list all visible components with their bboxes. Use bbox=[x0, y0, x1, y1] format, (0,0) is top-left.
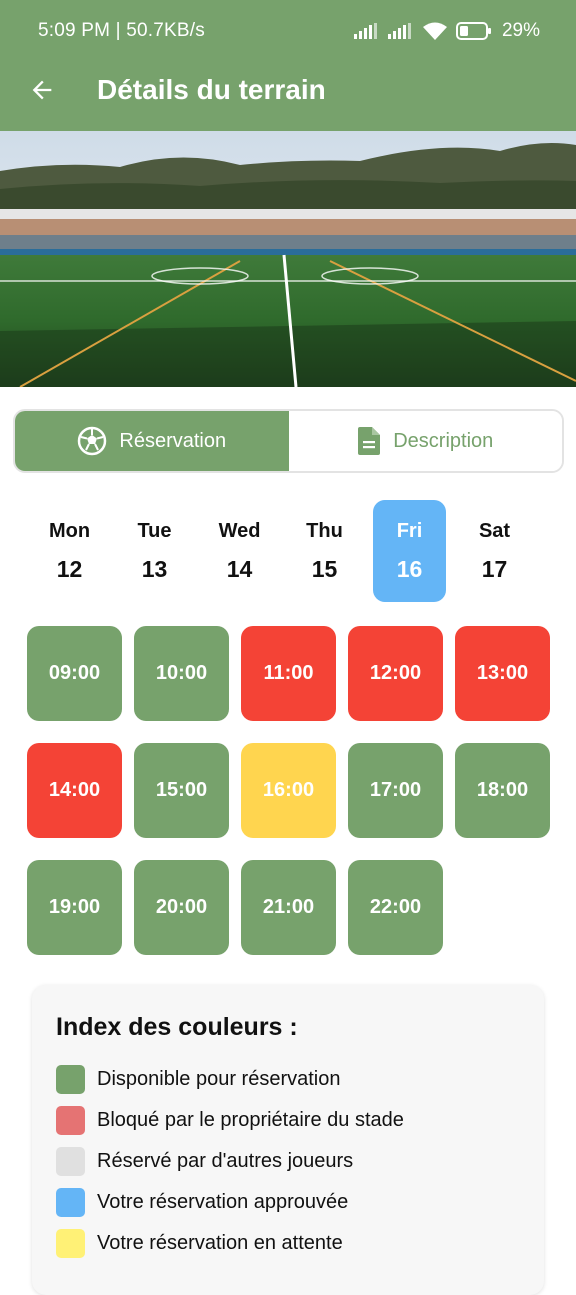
day-name: Thu bbox=[306, 520, 343, 542]
legend-item-pending: Votre réservation en attente bbox=[56, 1228, 343, 1258]
legend-swatch bbox=[56, 1105, 85, 1135]
signal-icon bbox=[353, 23, 377, 39]
time-slot[interactable]: 15:00 bbox=[134, 743, 229, 838]
battery-icon bbox=[455, 22, 491, 40]
day-number: 17 bbox=[481, 556, 508, 582]
tab-reservation[interactable]: Réservation bbox=[15, 411, 289, 471]
app-header: 5:09 PM | 50.7KB/s 29% Détails du terrai… bbox=[0, 0, 576, 131]
day-wed[interactable]: Wed 14 bbox=[203, 500, 276, 602]
legend-item-approved: Votre réservation approuvée bbox=[56, 1187, 348, 1217]
time-slot[interactable]: 13:00 bbox=[455, 626, 550, 721]
page-title: Détails du terrain bbox=[97, 74, 326, 105]
day-mon[interactable]: Mon 12 bbox=[33, 500, 106, 602]
time-slot[interactable]: 20:00 bbox=[134, 860, 229, 955]
document-icon bbox=[358, 427, 381, 455]
wifi-icon bbox=[422, 22, 447, 40]
time-slot[interactable]: 22:00 bbox=[348, 860, 443, 955]
legend-label: Bloqué par le propriétaire du stade bbox=[97, 1108, 404, 1131]
day-sat[interactable]: Sat 17 bbox=[458, 500, 531, 602]
legend-item-available: Disponible pour réservation bbox=[56, 1064, 340, 1094]
status-icons: 29% bbox=[353, 18, 540, 44]
day-name: Wed bbox=[218, 520, 261, 542]
time-slot[interactable]: 21:00 bbox=[241, 860, 336, 955]
day-number: 12 bbox=[56, 556, 83, 582]
legend-swatch bbox=[56, 1228, 85, 1258]
tab-bar: Réservation Description bbox=[13, 409, 564, 473]
day-thu[interactable]: Thu 15 bbox=[288, 500, 361, 602]
day-fri[interactable]: Fri 16 bbox=[373, 500, 446, 602]
legend-item-blocked: Bloqué par le propriétaire du stade bbox=[56, 1105, 404, 1135]
status-time-speed: 5:09 PM | 50.7KB/s bbox=[38, 20, 205, 41]
legend-swatch bbox=[56, 1064, 85, 1094]
legend-label: Votre réservation approuvée bbox=[97, 1190, 349, 1213]
legend-swatch bbox=[56, 1146, 85, 1176]
time-slot[interactable]: 17:00 bbox=[348, 743, 443, 838]
time-slot[interactable]: 16:00 bbox=[241, 743, 336, 838]
legend-swatch bbox=[56, 1187, 85, 1217]
tab-reservation-label: Réservation bbox=[119, 429, 227, 452]
day-tue[interactable]: Tue 13 bbox=[118, 500, 191, 602]
color-legend: Index des couleurs : Disponible pour rés… bbox=[32, 985, 544, 1295]
back-button[interactable] bbox=[22, 70, 62, 110]
legend-item-reserved: Réservé par d'autres joueurs bbox=[56, 1146, 353, 1176]
arrow-left-icon bbox=[32, 80, 52, 100]
day-name: Sat bbox=[478, 520, 511, 542]
soccer-ball-icon bbox=[78, 426, 107, 456]
legend-label: Réservé par d'autres joueurs bbox=[97, 1149, 354, 1172]
time-slot[interactable]: 18:00 bbox=[455, 743, 550, 838]
battery-level: 29% bbox=[501, 20, 540, 41]
time-slot[interactable]: 19:00 bbox=[27, 860, 122, 955]
day-name: Tue bbox=[137, 520, 172, 542]
legend-label: Disponible pour réservation bbox=[97, 1067, 341, 1090]
day-selector: Mon 12 Tue 13 Wed 14 Thu 15 Fri 16 Sat 1… bbox=[27, 500, 549, 602]
time-slot[interactable]: 10:00 bbox=[134, 626, 229, 721]
status-bar: 5:09 PM | 50.7KB/s 29% bbox=[0, 0, 576, 62]
time-slot[interactable]: 12:00 bbox=[348, 626, 443, 721]
legend-label: Votre réservation en attente bbox=[97, 1231, 343, 1254]
day-number: 14 bbox=[226, 556, 253, 582]
tab-description[interactable]: Description bbox=[288, 411, 562, 471]
time-slot[interactable]: 09:00 bbox=[27, 626, 122, 721]
day-number: 16 bbox=[396, 556, 423, 582]
day-name: Mon bbox=[48, 520, 91, 542]
signal-icon bbox=[387, 23, 411, 39]
stadium-photo bbox=[0, 131, 576, 387]
day-number: 13 bbox=[141, 556, 168, 582]
time-slot[interactable]: 11:00 bbox=[241, 626, 336, 721]
day-name: Fri bbox=[396, 520, 423, 542]
day-number: 15 bbox=[311, 556, 338, 582]
legend-title: Index des couleurs : bbox=[56, 1013, 298, 1041]
time-slot[interactable]: 14:00 bbox=[27, 743, 122, 838]
tab-description-label: Description bbox=[393, 429, 494, 452]
